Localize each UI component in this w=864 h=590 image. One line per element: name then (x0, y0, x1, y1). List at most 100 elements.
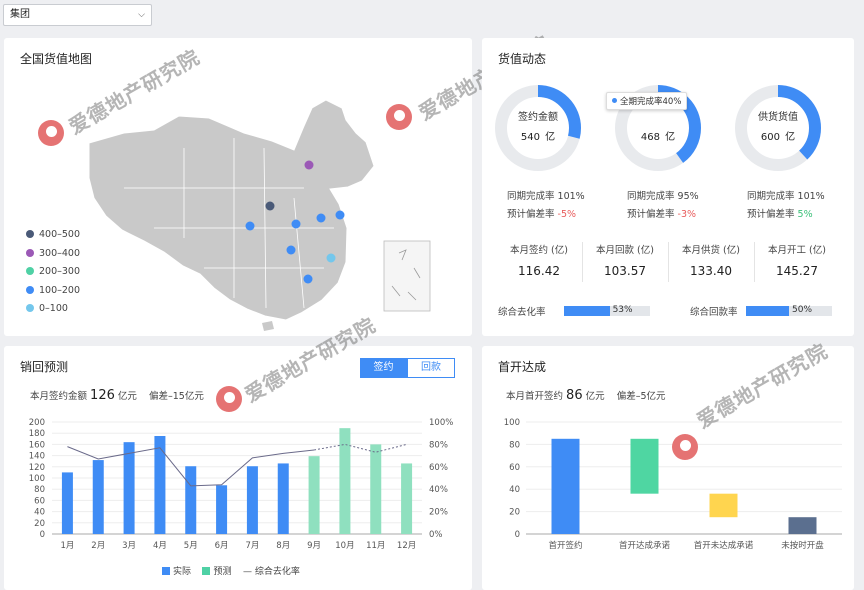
y-tick-label: 80 (34, 485, 45, 495)
watermark-logo (38, 120, 64, 146)
legend-dot-icon (26, 285, 34, 294)
map-point (291, 219, 301, 229)
bar-actual (216, 485, 228, 534)
chevron-down-icon: ⌵ (138, 10, 145, 20)
sales-legend: 实际 预测 — 综合去化率 (162, 564, 300, 577)
hainan-island (262, 321, 274, 331)
y-tick-label: 120 (29, 463, 45, 473)
month-stat: 本月签约 (亿) 116.42 (496, 242, 582, 278)
bar-forecast (339, 428, 351, 534)
dev-label: 预计偏差率 (627, 209, 675, 220)
y2-tick-label: 40% (429, 485, 448, 495)
x-tick-label: 1月 (60, 541, 74, 551)
rate-label: 同期完成率 (507, 191, 555, 202)
progress-label: 综合去化率 (498, 307, 546, 318)
progress-value: 53% (612, 305, 633, 315)
tooltip-dot-icon (612, 98, 617, 103)
x-tick-label: 6月 (215, 541, 229, 551)
progress-fill (564, 306, 610, 316)
map-point (245, 221, 255, 231)
x-tick-label: 未按时开盘 (781, 540, 824, 551)
stat-divider (582, 242, 583, 282)
x-tick-label: 首开达成承诺 (619, 540, 671, 551)
value-dynamics-card: 货值动态 签约金额540 亿同期完成率 101%预计偏差率 -5%回款金额468… (482, 38, 854, 336)
completion-rate-line: 同期完成率 101% (747, 188, 825, 202)
dev-value: 5% (797, 209, 813, 220)
x-tick-label: 首开未达成承诺 (694, 540, 754, 551)
donut-center: 签约金额 540 亿 (494, 108, 582, 144)
donut-center: 供货货值 600 亿 (734, 108, 822, 144)
opening-chart: 0 20 40 60 80 100 首开签约 首开达成承诺 首开未达成承诺 未按时开盘 (504, 418, 842, 551)
progress-bar: 53% (564, 305, 650, 316)
y2-tick-label: 0% (429, 530, 443, 540)
map-point (326, 253, 336, 263)
donut-value-number: 468 (640, 132, 660, 143)
group-select[interactable]: 集团 ⌵ (3, 4, 152, 26)
y-tick-label: 20 (34, 519, 45, 529)
x-tick-label: 8月 (276, 541, 290, 551)
sales-forecast-card: 销回预测 签约 回款 本月签约金额 126 亿元 偏差–15亿元 0 20 40 60… (4, 313, 472, 590)
legend-swatch-actual (162, 567, 170, 575)
completion-tooltip: 全期完成率40% (606, 92, 688, 110)
tooltip-text: 全期完成率40% (620, 97, 682, 107)
map-legend-label: 0–100 (39, 303, 68, 314)
y-tick-label: 60 (509, 463, 520, 473)
map-point (304, 160, 314, 170)
y-tick-label: 0 (515, 530, 520, 540)
bar-actual (123, 442, 135, 534)
x-tick-label: 5月 (184, 541, 198, 551)
map-point (286, 245, 296, 255)
y-tick-label: 160 (29, 440, 45, 450)
legend-rate: 综合去化率 (254, 567, 300, 577)
legend-dot-icon (26, 267, 34, 275)
map-point (265, 201, 275, 211)
legend-dot-icon (26, 248, 34, 257)
x-tick-label: 首开签约 (548, 540, 582, 551)
first-opening-card: 首开达成 本月首开签约 86 亿元 偏差–5亿元 0 20 40 60 80 100 首开签… (482, 339, 854, 590)
x-tick-label: 7月 (245, 541, 259, 551)
donut-value-unit: 亿 (785, 132, 796, 143)
china-map-shape (88, 99, 375, 321)
map-legend-label: 100–200 (39, 284, 81, 296)
completion-rate-line: 同期完成率 95% (627, 188, 699, 202)
month-stat-label: 本月签约 (亿) (510, 245, 568, 256)
bar-forecast (370, 444, 382, 534)
map-legend-item: 300–400 (26, 247, 80, 261)
donut-value: 468 亿 (614, 125, 702, 144)
y-tick-label: 0 (40, 530, 45, 540)
donut-value-number: 540 (520, 132, 540, 143)
donut-value: 540 亿 (494, 125, 582, 144)
dev-value: -5% (557, 209, 577, 220)
month-stat-label: 本月回款 (亿) (596, 245, 654, 256)
map-legend-label: 200–300 (39, 266, 81, 277)
y-tick-label: 180 (29, 429, 45, 439)
y2-tick-label: 60% (429, 463, 448, 473)
waterfall-bar (709, 493, 738, 518)
month-stat-value: 133.40 (690, 264, 732, 278)
rate-value: 95% (677, 191, 699, 202)
y-tick-label: 200 (29, 418, 45, 428)
y-tick-label: 100 (29, 474, 45, 484)
map-legend-item: 100–200 (26, 284, 80, 298)
legend-actual: 实际 (173, 567, 192, 577)
month-stat-label: 本月供货 (亿) (682, 245, 740, 256)
watermark-logo (672, 434, 698, 460)
bar-actual (92, 460, 104, 534)
rate-line-forecast (313, 443, 407, 453)
bar-actual (154, 436, 166, 534)
x-tick-label: 12月 (397, 541, 416, 551)
bar-actual (185, 466, 197, 534)
map-legend-label: 300–400 (39, 247, 81, 259)
rate-value: 101% (557, 191, 585, 202)
month-stat: 本月开工 (亿) 145.27 (754, 242, 840, 278)
value-card-title: 货值动态 (498, 52, 547, 66)
map-point (316, 213, 326, 223)
donut-label: 供货货值 (758, 112, 798, 123)
bar-forecast (401, 463, 413, 534)
stat-divider (754, 242, 755, 282)
legend-dot-icon (26, 230, 34, 238)
donut-value: 600 亿 (734, 125, 822, 144)
month-stat-label: 本月开工 (亿) (768, 245, 826, 256)
deviation-rate-line: 预计偏差率 -5% (507, 206, 576, 220)
deviation-rate-line: 预计偏差率 -3% (627, 206, 696, 220)
